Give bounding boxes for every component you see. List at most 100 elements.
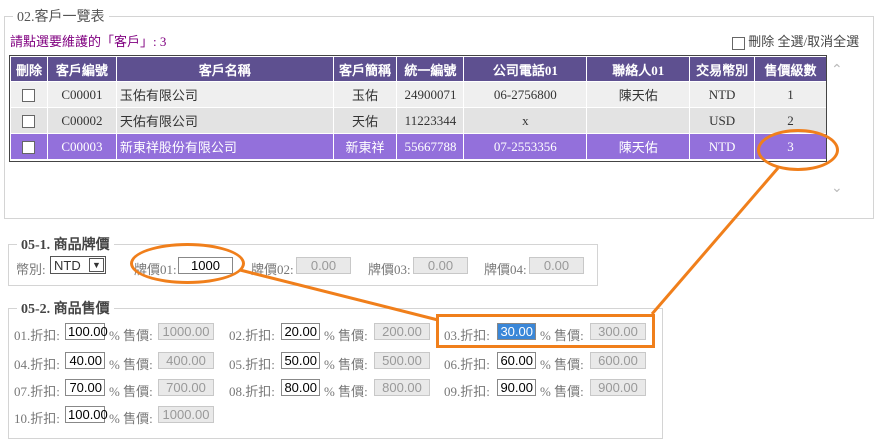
discount-5-input[interactable]: 50.00 xyxy=(281,352,320,369)
cell-customer-id: C00001 xyxy=(46,81,117,108)
cell-currency: USD xyxy=(689,107,756,134)
cell-phone: 07-2553356 xyxy=(463,133,588,160)
discount-5-label: 05.折扣: xyxy=(229,357,275,372)
row-delete-checkbox[interactable] xyxy=(22,115,36,129)
table-row[interactable]: C00001 玉佑有限公司 玉佑 24900071 06-2756800 陳天佑… xyxy=(10,81,827,108)
discount-9-input[interactable]: 90.00 xyxy=(497,379,536,396)
sale-price-8-input: 800.00 xyxy=(374,379,430,396)
table-row-selected[interactable]: C00003 新東祥股份有限公司 新東祥 55667788 07-2553356… xyxy=(10,133,827,160)
list-price-3-input: 0.00 xyxy=(413,257,468,274)
col-currency[interactable]: 交易幣別 xyxy=(689,56,756,82)
cell-customer-short: 玉佑 xyxy=(332,81,398,108)
delete-cell xyxy=(10,107,48,134)
discount-1-input[interactable]: 100.00 xyxy=(65,323,108,340)
delete-cell xyxy=(10,81,48,108)
list-price-legend: 05-1. 商品牌價 xyxy=(21,238,110,253)
sale-price-7-input: 700.00 xyxy=(158,379,214,396)
sale-price-1-label: % 售價: xyxy=(109,328,153,343)
sale-price-6-input: 600.00 xyxy=(590,352,646,369)
table-header-row: 刪除 客戶編號 客戶名稱 客戶簡稱 統一編號 公司電話01 聯絡人01 交易幣別… xyxy=(10,56,827,82)
currency-select[interactable]: NTD ▼ xyxy=(50,256,106,274)
sale-price-2-label: % 售價: xyxy=(324,328,368,343)
cell-customer-short: 新東祥 xyxy=(332,133,398,160)
list-price-2-input: 0.00 xyxy=(296,257,351,274)
table-scrollbar[interactable]: ⌃ ⌄ xyxy=(829,56,845,208)
cell-price-level: 1 xyxy=(754,81,827,108)
discount-10-input[interactable]: 100.00 xyxy=(65,406,108,423)
select-all-link[interactable]: 全選/取消全選 xyxy=(778,34,860,49)
cell-tax-id: 55667788 xyxy=(396,133,465,160)
col-delete[interactable]: 刪除 xyxy=(10,56,48,82)
col-contact[interactable]: 聯絡人01 xyxy=(586,56,691,82)
discount-6-label: 06.折扣: xyxy=(444,357,490,372)
col-price-level[interactable]: 售價級數 xyxy=(754,56,827,82)
scroll-up-icon[interactable]: ⌃ xyxy=(831,62,843,78)
sale-price-8-label: % 售價: xyxy=(324,384,368,399)
cell-customer-name: 玉佑有限公司 xyxy=(115,81,334,108)
cell-customer-name: 新東祥股份有限公司 xyxy=(115,133,334,160)
sale-price-5-label: % 售價: xyxy=(324,357,368,372)
sale-price-1-input: 1000.00 xyxy=(158,323,214,340)
sale-price-4-input: 400.00 xyxy=(158,352,214,369)
currency-select-value: NTD xyxy=(54,258,81,273)
cell-currency: NTD xyxy=(689,133,756,160)
cell-customer-name: 天佑有限公司 xyxy=(115,107,334,134)
list-price-3-label: 牌價03: xyxy=(368,262,411,277)
chevron-down-icon: ▼ xyxy=(89,258,104,272)
discount-9-label: 09.折扣: xyxy=(444,384,490,399)
sale-price-6-label: % 售價: xyxy=(540,357,584,372)
col-customer-short[interactable]: 客戶簡稱 xyxy=(332,56,398,82)
annotation-ellipse-price-level xyxy=(757,129,839,171)
row-delete-checkbox[interactable] xyxy=(22,89,36,103)
sale-price-10-input: 1000.00 xyxy=(158,406,214,423)
sale-price-9-input: 900.00 xyxy=(590,379,646,396)
col-customer-name[interactable]: 客戶名稱 xyxy=(115,56,334,82)
sale-price-5-input: 500.00 xyxy=(374,352,430,369)
sale-price-2-input: 200.00 xyxy=(374,323,430,340)
col-phone[interactable]: 公司電話01 xyxy=(463,56,588,82)
list-price-2-label: 牌價02: xyxy=(251,262,294,277)
scroll-down-icon[interactable]: ⌄ xyxy=(831,180,843,196)
discount-8-input[interactable]: 80.00 xyxy=(281,379,320,396)
cell-tax-id: 24900071 xyxy=(396,81,465,108)
cell-customer-id: C00003 xyxy=(46,133,117,160)
discount-6-input[interactable]: 60.00 xyxy=(497,352,536,369)
annotation-ellipse-list-price xyxy=(130,243,245,284)
discount-10-label: 10.折扣: xyxy=(14,411,60,426)
bulk-actions: 刪除 全選/取消全選 xyxy=(732,31,859,50)
delete-cell xyxy=(10,133,48,160)
delete-label: 刪除 xyxy=(748,34,775,49)
cell-customer-id: C00002 xyxy=(46,107,117,134)
cell-phone: 06-2756800 xyxy=(463,81,588,108)
sale-price-9-label: % 售價: xyxy=(540,384,584,399)
annotation-rect-discount-3 xyxy=(436,314,655,348)
customer-hint: 請點選要維護的「客戶」: 3 xyxy=(10,34,167,49)
cell-contact: 陳天佑 xyxy=(586,133,691,160)
table-row[interactable]: C00002 天佑有限公司 天佑 11223344 x USD 2 xyxy=(10,107,827,134)
customer-list-legend: 02.客戶一覽表 xyxy=(17,10,105,25)
discount-1-label: 01.折扣: xyxy=(14,328,60,343)
currency-label: 幣別: xyxy=(16,262,46,277)
discount-7-input[interactable]: 70.00 xyxy=(65,379,105,396)
discount-2-input[interactable]: 20.00 xyxy=(281,323,320,340)
cell-contact: 陳天佑 xyxy=(586,81,691,108)
cell-tax-id: 11223344 xyxy=(396,107,465,134)
cell-currency: NTD xyxy=(689,81,756,108)
cell-customer-short: 天佑 xyxy=(332,107,398,134)
discount-7-label: 07.折扣: xyxy=(14,384,60,399)
col-customer-id[interactable]: 客戶編號 xyxy=(46,56,117,82)
row-delete-checkbox[interactable] xyxy=(22,141,36,155)
discount-8-label: 08.折扣: xyxy=(229,384,275,399)
discount-4-input[interactable]: 40.00 xyxy=(65,352,105,369)
select-all-checkbox[interactable] xyxy=(732,36,745,50)
customer-table: 刪除 客戶編號 客戶名稱 客戶簡稱 統一編號 公司電話01 聯絡人01 交易幣別… xyxy=(10,56,827,160)
discount-2-label: 02.折扣: xyxy=(229,328,275,343)
cell-phone: x xyxy=(463,107,588,134)
sale-price-10-label: % 售價: xyxy=(109,411,153,426)
sale-price-legend: 05-2. 商品售價 xyxy=(21,302,110,317)
discount-4-label: 04.折扣: xyxy=(14,357,60,372)
col-tax-id[interactable]: 統一編號 xyxy=(396,56,465,82)
sale-price-4-label: % 售價: xyxy=(109,357,153,372)
sale-price-7-label: % 售價: xyxy=(109,384,153,399)
list-price-4-input: 0.00 xyxy=(529,257,584,274)
